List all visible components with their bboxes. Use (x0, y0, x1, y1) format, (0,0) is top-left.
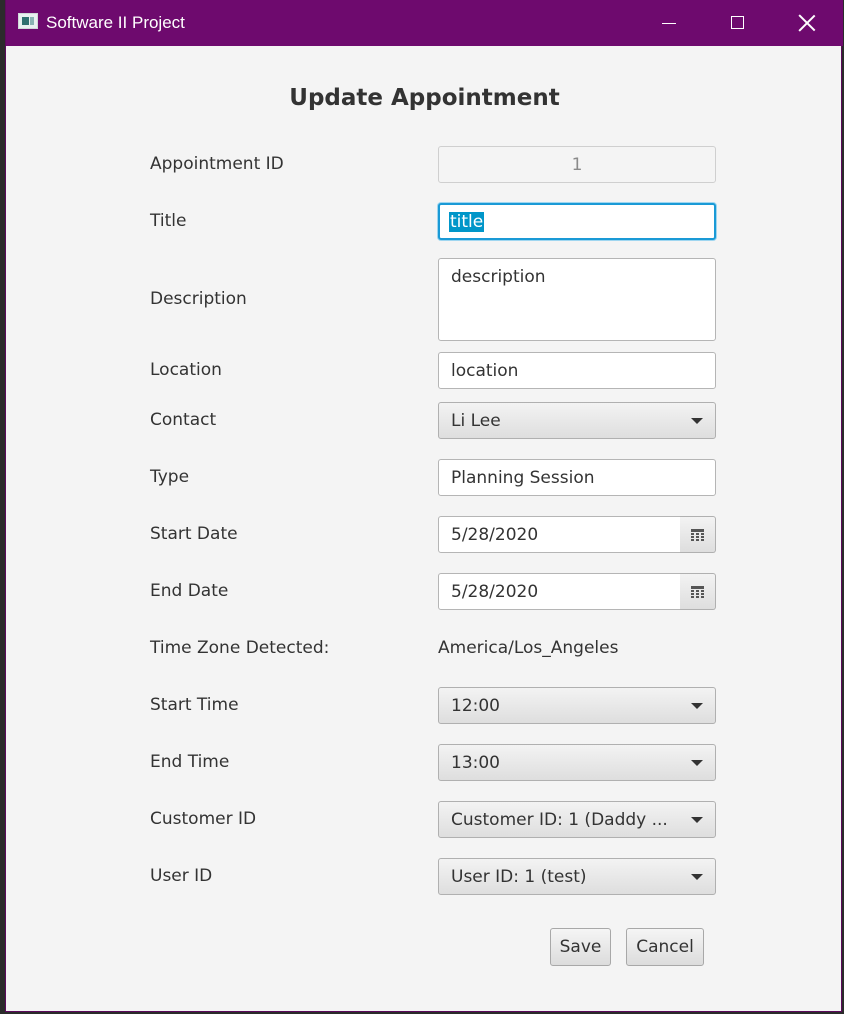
description-textarea[interactable]: description (438, 258, 716, 341)
title-input-selected-text: title (449, 211, 485, 232)
chevron-down-icon (691, 817, 703, 823)
save-button[interactable]: Save (550, 928, 611, 966)
customer-id-selected-value: Customer ID: 1 (Daddy ... (451, 809, 668, 830)
chevron-down-icon (691, 703, 703, 709)
end-time-combobox[interactable]: 13:00 (438, 744, 716, 781)
calendar-icon (691, 586, 704, 598)
calendar-icon (691, 529, 704, 541)
close-button[interactable] (773, 0, 843, 46)
customer-id-label: Customer ID (150, 809, 257, 829)
end-date-input[interactable]: 5/28/2020 (438, 573, 681, 610)
appointment-id-field: 1 (438, 146, 716, 183)
type-input[interactable]: Planning Session (438, 459, 716, 496)
contact-combobox[interactable]: Li Lee (438, 402, 716, 439)
chevron-down-icon (691, 874, 703, 880)
customer-id-combobox[interactable]: Customer ID: 1 (Daddy ... (438, 801, 716, 838)
minimize-button[interactable] (633, 0, 703, 46)
type-label: Type (150, 467, 190, 487)
contact-selected-value: Li Lee (451, 410, 501, 431)
maximize-icon (731, 16, 744, 29)
appointment-id-label: Appointment ID (150, 154, 284, 174)
start-date-input[interactable]: 5/28/2020 (438, 516, 681, 553)
window-title: Software II Project (46, 13, 185, 32)
maximize-button[interactable] (703, 0, 773, 46)
end-date-picker-button[interactable] (680, 573, 716, 610)
user-id-combobox[interactable]: User ID: 1 (test) (438, 858, 716, 895)
title-label: Title (150, 211, 187, 231)
end-time-selected-value: 13:00 (451, 752, 500, 773)
chevron-down-icon (691, 418, 703, 424)
chevron-down-icon (691, 760, 703, 766)
title-bar[interactable]: Software II Project (6, 0, 843, 46)
title-input[interactable]: title (438, 203, 716, 240)
location-input[interactable]: location (438, 352, 716, 389)
minimize-icon (662, 23, 676, 24)
app-icon (18, 13, 38, 29)
start-time-label: Start Time (150, 695, 239, 715)
dialog-window: Software II Project Update Appointment A… (5, 0, 843, 1012)
location-label: Location (150, 360, 222, 380)
page-title: Update Appointment (289, 85, 560, 111)
time-zone-value: America/Los_Angeles (438, 638, 619, 658)
user-id-label: User ID (150, 866, 213, 886)
cancel-button[interactable]: Cancel (626, 928, 704, 966)
start-date-label: Start Date (150, 524, 238, 544)
start-time-combobox[interactable]: 12:00 (438, 687, 716, 724)
description-label: Description (150, 289, 247, 309)
time-zone-label: Time Zone Detected: (150, 638, 330, 658)
contact-label: Contact (150, 410, 217, 430)
end-time-label: End Time (150, 752, 230, 772)
end-date-label: End Date (150, 581, 229, 601)
start-date-picker-button[interactable] (680, 516, 716, 553)
user-id-selected-value: User ID: 1 (test) (451, 866, 587, 887)
start-time-selected-value: 12:00 (451, 695, 500, 716)
close-icon (798, 14, 816, 32)
